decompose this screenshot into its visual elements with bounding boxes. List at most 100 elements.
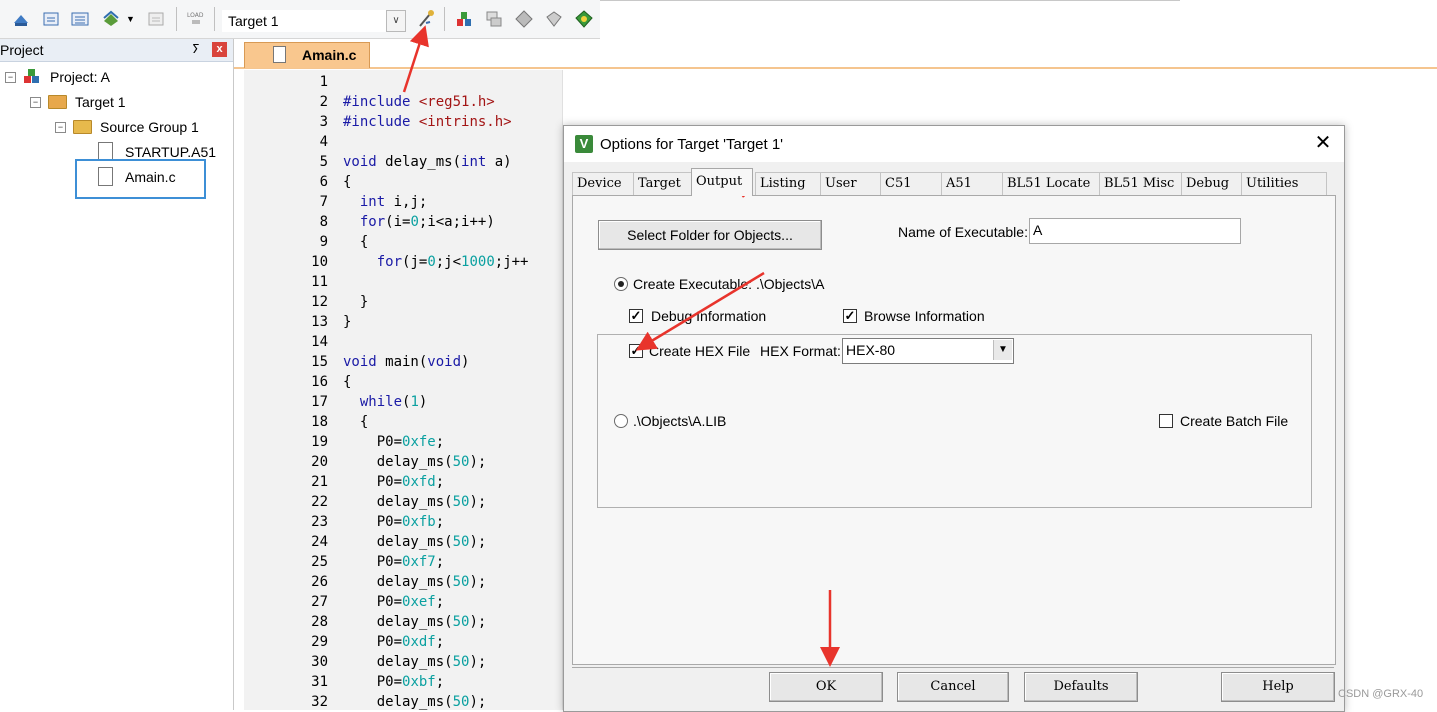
tab-utilities[interactable]: Utilities [1241, 172, 1327, 195]
target-folder-icon [48, 95, 67, 109]
line-number: 27 [311, 594, 328, 610]
line-number: 10 [311, 254, 328, 270]
debug-information-checkbox[interactable]: ✓ [629, 309, 643, 323]
tree-item-project[interactable]: − Project: A [0, 67, 230, 87]
tab-user[interactable]: User [820, 172, 882, 195]
editor-tab-strip: Amain.c [234, 39, 1437, 69]
batch-build-icon[interactable] [101, 9, 121, 29]
svg-text:LOAD: LOAD [187, 12, 204, 19]
tab-target[interactable]: Target [633, 172, 695, 195]
main-toolbar: ▼ LOAD Target 1 ∨ [0, 0, 600, 39]
tree-item-label: Project: A [50, 69, 110, 85]
help-button[interactable]: Help [1221, 672, 1335, 702]
pack-installer-icon[interactable] [544, 9, 564, 29]
manage-project-items-icon[interactable] [454, 9, 474, 29]
code-line: #include <intrins.h> [343, 114, 512, 130]
code-line: int i,j; [359, 194, 428, 210]
debug-information-label: Debug Information [651, 308, 767, 324]
target-select[interactable]: Target 1 ∨ [222, 10, 406, 32]
pin-icon[interactable]: ⵢ [192, 42, 200, 56]
create-library-radio[interactable] [614, 414, 628, 428]
tree-item-target[interactable]: − Target 1 [0, 92, 230, 112]
tree-item-label: Source Group 1 [100, 119, 199, 135]
tab-output[interactable]: Output [691, 168, 753, 196]
tree-item-source-group[interactable]: − Source Group 1 [0, 117, 230, 137]
cancel-button[interactable]: Cancel [897, 672, 1009, 702]
create-library-label: .\Objects\A.LIB [633, 413, 727, 429]
stop-build-icon[interactable] [146, 9, 166, 29]
code-line: P0=0xfb; [343, 514, 445, 530]
project-panel-header: Project ⵢ x [0, 39, 233, 62]
dialog-footer-separator [572, 667, 1334, 668]
translate-icon[interactable] [11, 9, 31, 29]
toolbar-border [600, 0, 1180, 1]
name-executable-value: A [1033, 222, 1043, 238]
annotation-highlight-box [75, 159, 206, 199]
code-line: for(j=0;j<1000;j++ [376, 254, 529, 270]
browse-information-label: Browse Information [864, 308, 985, 324]
code-line: P0=0xf7; [343, 554, 445, 570]
select-packs-icon[interactable] [484, 9, 504, 29]
browse-information-checkbox[interactable]: ✓ [843, 309, 857, 323]
line-number: 23 [311, 514, 328, 530]
code-line: delay_ms(50); [343, 454, 487, 470]
create-hex-checkbox[interactable]: ✓ [629, 344, 643, 358]
line-number: 22 [311, 494, 328, 510]
code-line: delay_ms(50); [343, 654, 487, 670]
code-line: P0=0xfd; [343, 474, 445, 490]
tab-a51[interactable]: A51 [941, 172, 1003, 195]
create-batch-label: Create Batch File [1180, 413, 1289, 429]
project-icon [24, 69, 39, 83]
name-executable-input[interactable]: A [1029, 218, 1241, 244]
hex-format-value: HEX-80 [846, 342, 896, 358]
dialog-titlebar[interactable]: V Options for Target 'Target 1' ✕ [564, 126, 1344, 162]
code-line: } [343, 314, 352, 330]
defaults-button[interactable]: Defaults [1024, 672, 1138, 702]
dialog-title: Options for Target 'Target 1' [600, 136, 784, 153]
batch-build-dropdown[interactable]: ▼ [126, 14, 135, 24]
tab-bl51-misc[interactable]: BL51 Misc [1099, 172, 1185, 195]
build-icon[interactable] [41, 9, 61, 29]
options-dialog: V Options for Target 'Target 1' ✕ Device… [563, 125, 1345, 712]
tab-amain-c[interactable]: Amain.c [244, 42, 370, 68]
select-folder-button[interactable]: Select Folder for Objects... [598, 220, 822, 250]
code-line: } [343, 294, 369, 310]
code-line: for(i=0;i<a;i++) [359, 214, 495, 230]
tree-item-label: STARTUP.A51 [125, 144, 217, 160]
collapse-icon[interactable]: − [5, 72, 16, 83]
line-number: 9 [319, 234, 328, 250]
code-line: P0=0xdf; [343, 634, 445, 650]
code-line: P0=0xfe; [343, 434, 445, 450]
line-number: 28 [311, 614, 328, 630]
line-number: 29 [311, 634, 328, 650]
tab-listing[interactable]: Listing [755, 172, 824, 195]
create-batch-checkbox[interactable] [1159, 414, 1173, 428]
ok-button[interactable]: OK [769, 672, 883, 702]
tab-bl51-locate[interactable]: BL51 Locate [1002, 172, 1103, 195]
line-number: 14 [311, 334, 328, 350]
line-number: 16 [311, 374, 328, 390]
tab-debug[interactable]: Debug [1181, 172, 1243, 195]
close-icon[interactable]: x [212, 42, 227, 57]
collapse-icon[interactable]: − [30, 97, 41, 108]
create-executable-label: Create Executable: .\Objects\A [633, 276, 825, 292]
target-options-icon[interactable] [416, 9, 436, 29]
line-number: 1 [319, 74, 328, 90]
chevron-down-icon[interactable]: ∨ [386, 10, 406, 32]
hex-format-select[interactable]: HEX-80 ▼ [842, 338, 1014, 364]
create-executable-radio[interactable] [614, 277, 628, 291]
tab-c51[interactable]: C51 [880, 172, 942, 195]
code-line: delay_ms(50); [343, 534, 487, 550]
components-icon[interactable] [574, 9, 594, 29]
project-panel-title: Project [0, 42, 44, 58]
tab-device[interactable]: Device [572, 172, 641, 195]
line-number: 13 [311, 314, 328, 330]
manage-rte-icon[interactable] [514, 9, 534, 29]
code-line: P0=0xef; [343, 594, 445, 610]
watermark: CSDN @GRX-40 [1338, 688, 1424, 700]
chevron-down-icon[interactable]: ▼ [993, 340, 1012, 360]
rebuild-icon[interactable] [70, 9, 90, 29]
download-load-icon[interactable]: LOAD [186, 9, 206, 29]
close-icon[interactable]: ✕ [1312, 133, 1334, 155]
collapse-icon[interactable]: − [55, 122, 66, 133]
